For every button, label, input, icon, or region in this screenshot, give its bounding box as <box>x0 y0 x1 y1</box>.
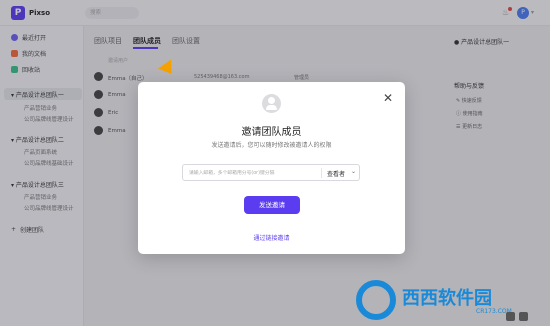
watermark-text: 西西软件园 <box>402 288 492 309</box>
invite-modal: ✕ 邀请团队成员 发送邀请后，您可以随时修改被邀请人的权限 请输入邮箱，多个邮箱… <box>138 82 405 254</box>
user-icon <box>262 94 281 113</box>
watermark-emblem <box>356 280 396 320</box>
help-icon[interactable] <box>519 312 528 321</box>
divider <box>321 168 322 178</box>
chat-icon[interactable] <box>506 312 515 321</box>
close-icon[interactable]: ✕ <box>383 92 393 104</box>
send-invite-button[interactable]: 发送邀请 <box>244 196 300 214</box>
modal-description: 发送邀请后，您可以随时修改被邀请人的权限 <box>211 142 332 149</box>
email-placeholder: 请输入邮箱，多个邮箱用分号(or)键分隔 <box>189 171 275 176</box>
email-field[interactable]: 请输入邮箱，多个邮箱用分号(or)键分隔 查看者 ⌄ <box>182 164 360 181</box>
link-invite-button[interactable]: 通过链接邀请 <box>138 233 405 242</box>
modal-title: 邀请团队成员 <box>241 127 302 138</box>
role-select[interactable]: 查看者 <box>327 169 345 178</box>
chevron-down-icon[interactable]: ⌄ <box>351 168 356 175</box>
